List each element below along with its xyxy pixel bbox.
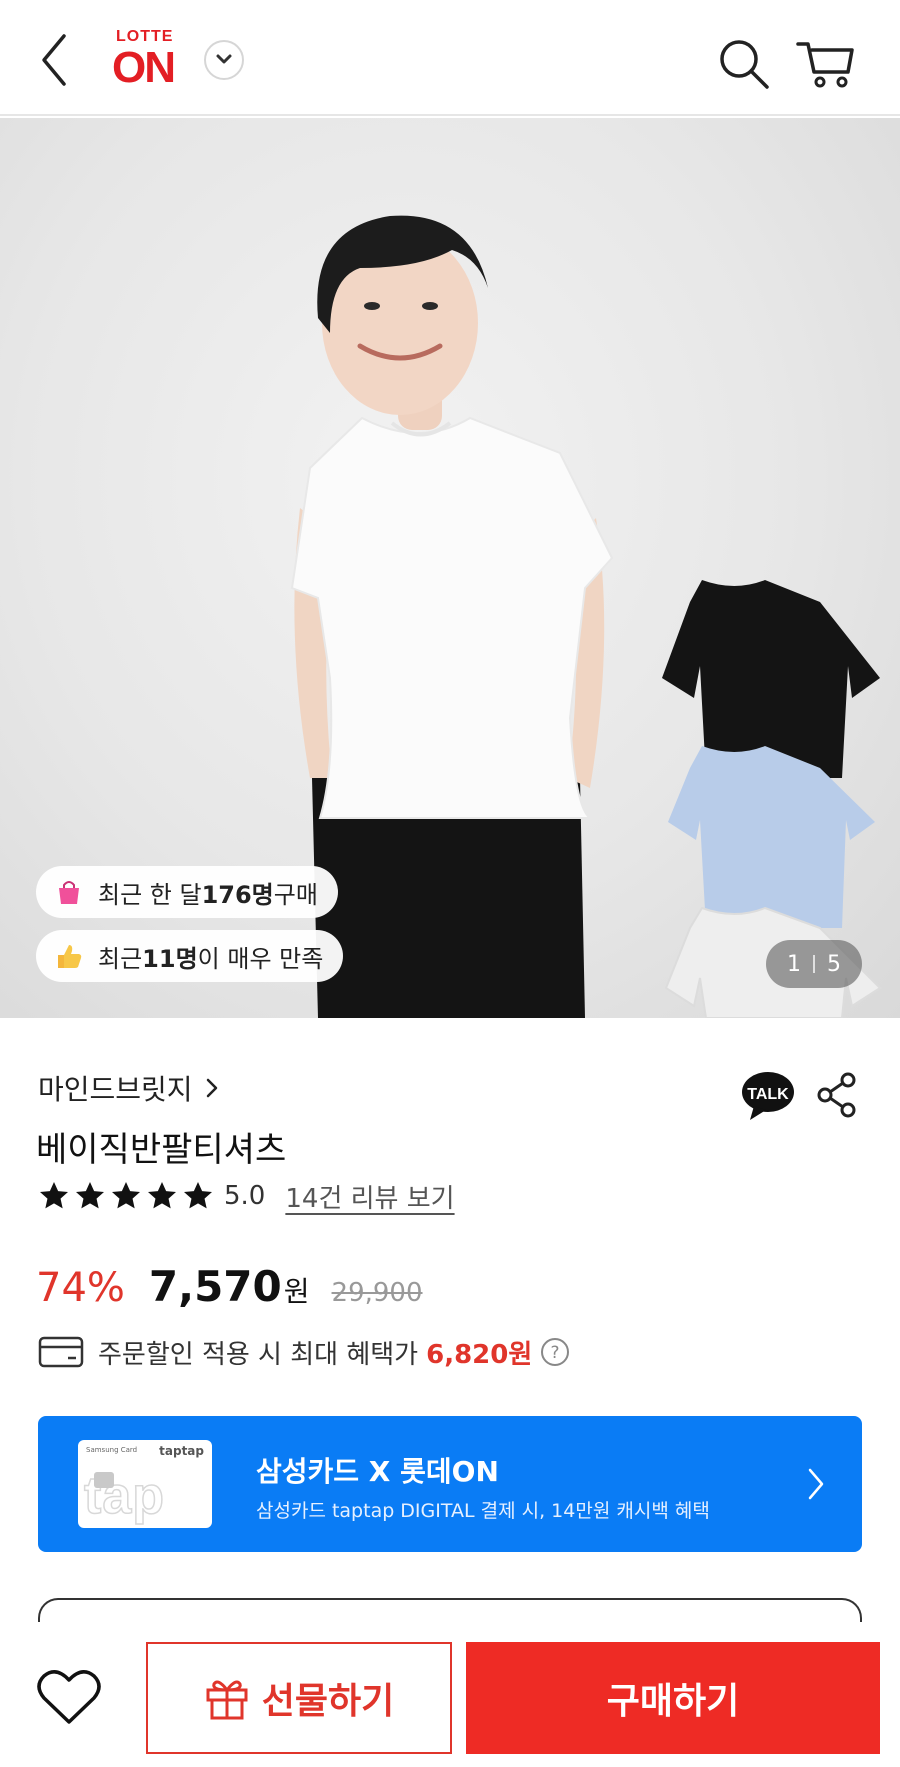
review-link[interactable]: 14건 리뷰 보기 bbox=[285, 1178, 454, 1215]
product-image-carousel[interactable]: 최근 한 달 176명 구매 최근 11명 이 매우 만족 1 5 bbox=[0, 118, 900, 1018]
image-page-current: 1 bbox=[787, 951, 801, 977]
counter-divider bbox=[813, 955, 815, 973]
satisfaction-badge: 최근 11명 이 매우 만족 bbox=[36, 930, 344, 982]
card-chip bbox=[94, 1472, 114, 1488]
product-title: 베이직반팔티셔츠 bbox=[36, 1130, 287, 1170]
satisfaction-suffix: 이 매우 만족 bbox=[197, 944, 324, 973]
discount-rate: 74% bbox=[36, 1265, 125, 1311]
gift-label: 선물하기 bbox=[261, 1681, 395, 1722]
rating-row: 5.0 14건 리뷰 보기 bbox=[38, 1178, 455, 1214]
image-page-total: 5 bbox=[827, 951, 841, 977]
credit-card-icon bbox=[38, 1336, 84, 1368]
samsung-card-banner[interactable]: Samsung Card taptap tap 삼성카드 X 롯데ON 삼성카드… bbox=[38, 1416, 862, 1552]
lotte-on-logo[interactable]: LOTTE ON bbox=[112, 26, 184, 92]
buy-label: 구매하기 bbox=[606, 1681, 740, 1722]
chevron-right-icon bbox=[206, 1078, 217, 1098]
max-benefit-row: 주문할인 적용 시 최대 혜택가 6,820원 ? bbox=[38, 1330, 570, 1374]
gift-button[interactable]: 선물하기 bbox=[146, 1642, 452, 1754]
purchase-prefix: 최근 한 달 bbox=[98, 880, 202, 909]
back-button[interactable] bbox=[36, 30, 80, 90]
heart-icon bbox=[37, 1670, 101, 1724]
talk-chat-icon: TALK bbox=[742, 1072, 794, 1120]
star-icon bbox=[76, 1182, 104, 1209]
chevron-down-icon bbox=[216, 54, 232, 64]
shopping-bag-icon bbox=[59, 881, 79, 904]
search-button[interactable] bbox=[716, 36, 772, 92]
image-page-counter: 1 5 bbox=[766, 940, 862, 988]
purchase-count: 176명 bbox=[201, 880, 274, 909]
brand-name: 마인드브릿지 bbox=[38, 1073, 193, 1106]
sale-price: 7,570 bbox=[148, 1262, 282, 1311]
help-icon[interactable]: ? bbox=[540, 1337, 570, 1367]
purchase-suffix: 구매 bbox=[273, 880, 318, 909]
talk-label: TALK bbox=[747, 1086, 789, 1103]
card-image: Samsung Card taptap tap bbox=[78, 1440, 212, 1528]
cart-button[interactable] bbox=[796, 36, 856, 92]
star-icon bbox=[184, 1182, 212, 1209]
card-issuer-text: Samsung Card bbox=[86, 1446, 138, 1454]
rating-value: 5.0 bbox=[224, 1181, 266, 1211]
svg-text:?: ? bbox=[551, 1343, 560, 1363]
benefit-amount: 6,820원 bbox=[426, 1339, 533, 1370]
chevron-right-icon bbox=[808, 1468, 824, 1500]
purchase-count-badge: 최근 한 달 176명 구매 bbox=[36, 866, 338, 918]
cart-icon bbox=[796, 42, 854, 88]
chevron-left-icon bbox=[42, 34, 66, 86]
original-price: 29,900 bbox=[331, 1278, 423, 1308]
top-header: LOTTE ON bbox=[0, 0, 900, 116]
share-button[interactable] bbox=[816, 1072, 858, 1118]
star-icon bbox=[40, 1182, 68, 1209]
currency-unit: 원 bbox=[283, 1275, 310, 1308]
satisfaction-count: 11명 bbox=[142, 944, 198, 973]
buy-button[interactable]: 구매하기 bbox=[466, 1642, 880, 1754]
star-rating bbox=[38, 1180, 214, 1212]
banner-subtitle: 삼성카드 taptap DIGITAL 결제 시, 14만원 캐시백 혜택 bbox=[256, 1500, 710, 1522]
logo-on-text: ON bbox=[112, 43, 176, 92]
thumbs-up-icon bbox=[58, 945, 82, 968]
bottom-action-bar: 선물하기 구매하기 bbox=[0, 1622, 900, 1767]
star-icon bbox=[112, 1182, 140, 1209]
talk-button[interactable]: TALK bbox=[740, 1070, 796, 1122]
gift-icon bbox=[206, 1680, 248, 1720]
star-icon bbox=[148, 1182, 176, 1209]
card-brand-text: taptap bbox=[159, 1444, 204, 1458]
satisfaction-prefix: 최근 bbox=[98, 944, 143, 973]
benefit-text: 주문할인 적용 시 최대 혜택가 bbox=[98, 1339, 419, 1370]
wishlist-button[interactable] bbox=[36, 1668, 102, 1728]
search-icon bbox=[720, 40, 769, 89]
logo-dropdown-button[interactable] bbox=[204, 40, 244, 80]
banner-title: 삼성카드 X 롯데ON bbox=[256, 1455, 499, 1488]
brand-link[interactable]: 마인드브릿지 bbox=[38, 1068, 219, 1108]
share-icon bbox=[817, 1072, 856, 1118]
price-row: 74% 7,570 원 29,900 bbox=[36, 1262, 423, 1316]
